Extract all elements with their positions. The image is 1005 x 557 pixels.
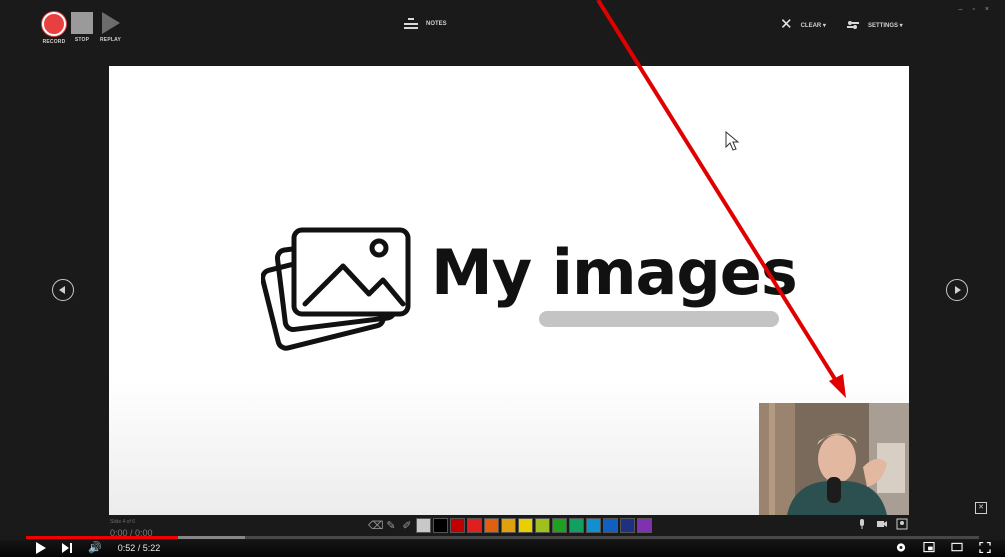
pen-palette: ⌫ ✎ ✐ [368,518,652,533]
settings-button[interactable]: SETTINGS ▾ [846,20,903,30]
pen-color-swatch[interactable] [620,518,635,533]
player-left-controls: 🔊 0:52 / 5:22 [36,542,160,554]
play-icon[interactable] [36,542,46,554]
pen-color-swatch[interactable] [535,518,550,533]
next-slide-button[interactable] [946,279,968,301]
microphone-icon[interactable] [856,518,868,530]
window-controls: – ▫ × [959,6,989,13]
replay-button[interactable]: REPLAY [100,12,121,43]
pen-icon[interactable]: ✎ [384,519,398,533]
pen-color-swatch[interactable] [603,518,618,533]
replay-icon [101,12,120,34]
clear-x-icon: ✕ [780,16,793,33]
color-swatches [416,518,652,533]
notes-label: NOTES [426,21,447,27]
video-frame: RECORD STOP REPLAY NOTES ✕ CLEAR ▾ SETTI… [0,0,1005,557]
settings-icon [847,21,859,29]
images-logo-icon [261,227,411,351]
settings-label: SETTINGS ▾ [868,22,903,29]
eraser-icon[interactable]: ⌫ [368,519,384,533]
notes-button[interactable]: NOTES [404,18,447,30]
chevron-right-icon [955,286,961,294]
camera-preview-icon[interactable] [896,518,908,530]
minimize-button[interactable]: – [959,6,963,13]
recording-toolbar: RECORD STOP REPLAY NOTES ✕ CLEAR ▾ SETTI… [0,0,1005,58]
slide-subtitle-bar [539,311,779,327]
close-webcam-icon[interactable]: ✕ [975,502,987,514]
presenter-video [759,403,909,515]
record-icon [42,12,66,36]
mouse-cursor-icon [725,131,740,151]
stop-label: STOP [74,37,90,43]
pen-color-swatch[interactable] [433,518,448,533]
pen-color-swatch[interactable] [552,518,567,533]
notes-icon [404,18,418,30]
recording-device-tools [856,518,908,530]
theater-mode-icon[interactable] [951,542,963,553]
player-right-controls [895,542,991,553]
progress-bar[interactable] [26,536,979,539]
replay-label: REPLAY [100,37,122,43]
pen-color-swatch[interactable] [501,518,516,533]
clear-button[interactable]: ✕ CLEAR ▾ [780,16,826,33]
clear-label: CLEAR ▾ [800,22,826,29]
settings-gear-icon[interactable] [895,542,907,553]
stop-button[interactable]: STOP [71,12,93,43]
fullscreen-icon[interactable] [979,542,991,553]
camera-icon[interactable] [876,518,888,530]
webcam-overlay [759,403,909,515]
pen-color-swatch[interactable] [484,518,499,533]
maximize-button[interactable]: ▫ [972,6,974,13]
record-button[interactable]: RECORD [42,12,66,45]
player-time: 0:52 / 5:22 [117,543,161,553]
pen-color-swatch[interactable] [637,518,652,533]
highlighter-icon[interactable]: ✐ [400,519,414,533]
pen-color-swatch[interactable] [450,518,465,533]
pen-color-swatch[interactable] [586,518,601,533]
pen-color-swatch[interactable] [569,518,584,533]
record-label: RECORD [42,39,66,45]
pen-color-swatch[interactable] [416,518,431,533]
previous-slide-button[interactable] [52,279,74,301]
pen-color-swatch[interactable] [467,518,482,533]
stop-icon [71,12,93,34]
slide-counter: Slide 4 of 6 [110,519,136,525]
miniplayer-icon[interactable] [923,542,935,553]
progress-played [26,536,179,539]
volume-icon[interactable]: 🔊 [88,542,102,554]
slide-title: My images [431,236,798,309]
chevron-left-icon [59,286,65,294]
pen-color-swatch[interactable] [518,518,533,533]
next-video-icon[interactable] [62,543,72,553]
close-button[interactable]: × [985,6,989,13]
